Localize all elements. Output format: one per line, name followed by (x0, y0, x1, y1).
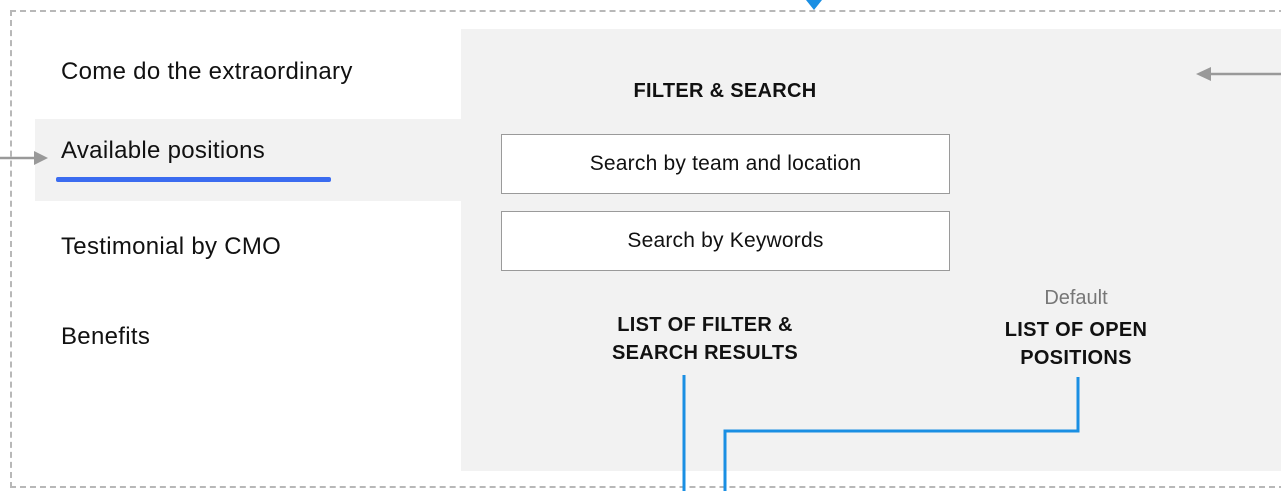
right-pointer-arrow (1196, 67, 1281, 81)
open-positions-connector-line (723, 377, 1080, 491)
connector-lines (0, 67, 1281, 491)
left-pointer-arrow (0, 151, 48, 165)
